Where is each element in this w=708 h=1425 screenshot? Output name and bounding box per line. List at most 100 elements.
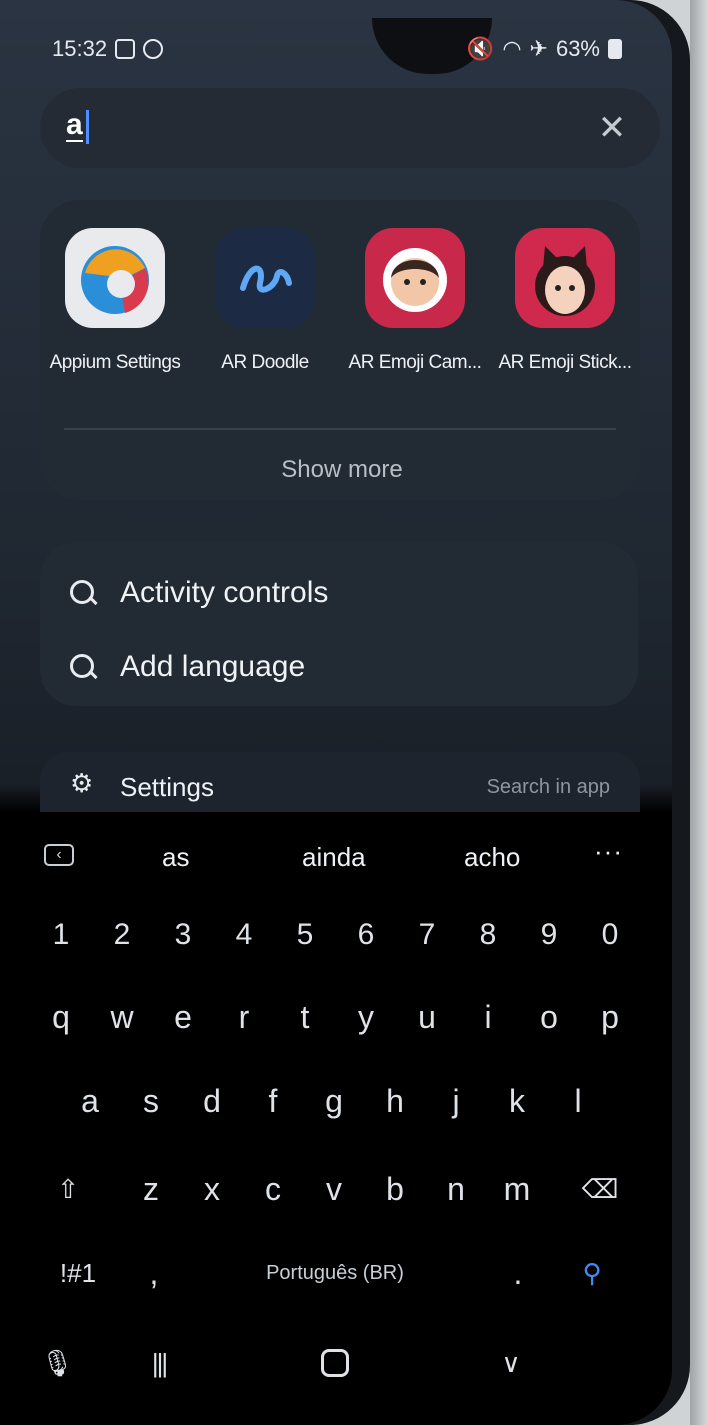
hide-keyboard-button[interactable]: ∨	[490, 1342, 532, 1384]
home-icon	[321, 1349, 349, 1377]
backspace-icon[interactable]: ⌫	[572, 1154, 628, 1224]
key-1[interactable]: 1	[35, 900, 87, 970]
airplane-icon: ✈	[529, 36, 548, 61]
key-p[interactable]: p	[584, 982, 636, 1052]
recents-button[interactable]: |||	[138, 1342, 180, 1384]
key-a[interactable]: a	[64, 1066, 116, 1136]
search-input[interactable]: a ✕	[40, 88, 660, 168]
key-w[interactable]: w	[96, 982, 148, 1052]
suggestion-bar: ‹ as ainda acho ···	[0, 812, 672, 892]
suggestion-word[interactable]: as	[162, 842, 189, 873]
search-icon	[68, 578, 98, 608]
show-more-button[interactable]: Show more	[262, 450, 422, 490]
key-s[interactable]: s	[125, 1066, 177, 1136]
text-caret	[86, 110, 89, 144]
space-key[interactable]: Português (BR)	[180, 1238, 490, 1308]
status-time: 15:32	[52, 36, 108, 61]
key-3[interactable]: 3	[157, 900, 209, 970]
ar-emoji-stickers-icon	[515, 228, 615, 328]
battery-icon	[608, 39, 622, 59]
search-icon	[68, 652, 98, 682]
key-m[interactable]: m	[491, 1154, 543, 1224]
more-options-icon[interactable]: ···	[594, 836, 623, 867]
suggestion-word[interactable]: acho	[464, 842, 520, 873]
key-9[interactable]: 9	[523, 900, 575, 970]
microphone-icon[interactable]: 🎙	[36, 1342, 78, 1384]
letter-row-1: q w e r t y u i o p	[0, 982, 672, 1052]
key-5[interactable]: 5	[279, 900, 331, 970]
status-bar-left: 15:32	[52, 36, 164, 62]
letter-row-3: ⇧ z x c v b n m ⌫	[0, 1154, 672, 1224]
appium-settings-icon	[65, 228, 165, 328]
gear-icon: ⚙	[70, 768, 94, 798]
screen: 15:32 🔇 ◠ ✈ 63% a ✕ Appium Settings AR D…	[0, 0, 672, 1425]
key-x[interactable]: x	[186, 1154, 238, 1224]
home-button[interactable]	[314, 1342, 356, 1384]
app-appium-settings[interactable]: Appium Settings	[40, 218, 190, 374]
close-icon[interactable]: ✕	[592, 108, 632, 148]
settings-search-in-app[interactable]: ⚙ Settings Search in app	[40, 752, 640, 812]
key-v[interactable]: v	[308, 1154, 360, 1224]
key-i[interactable]: i	[462, 982, 514, 1052]
app-label: AR Emoji Stick...	[498, 352, 632, 373]
app-label: AR Doodle	[221, 352, 309, 373]
key-8[interactable]: 8	[462, 900, 514, 970]
key-b[interactable]: b	[369, 1154, 421, 1224]
app-label: Appium Settings	[49, 352, 181, 373]
settings-label: Settings	[120, 772, 214, 802]
result-activity-controls[interactable]: Activity controls	[68, 568, 328, 618]
app-results-card: Appium Settings AR Doodle AR Emoji Cam..…	[40, 200, 640, 500]
search-in-app-label: Search in app	[486, 776, 610, 798]
result-label: Add language	[120, 650, 306, 683]
app-ar-emoji-stickers[interactable]: AR Emoji Stick...	[490, 218, 640, 374]
key-k[interactable]: k	[491, 1066, 543, 1136]
navigation-bar: 🎙 ||| ∨	[0, 1330, 672, 1400]
key-o[interactable]: o	[523, 982, 575, 1052]
key-comma[interactable]: ,	[128, 1238, 180, 1308]
search-icon[interactable]: ⚲	[566, 1238, 618, 1308]
key-d[interactable]: d	[186, 1066, 238, 1136]
ar-doodle-icon	[215, 228, 315, 328]
key-t[interactable]: t	[279, 982, 331, 1052]
key-r[interactable]: r	[218, 982, 270, 1052]
app-ar-doodle[interactable]: AR Doodle	[190, 218, 340, 374]
gallery-icon	[115, 39, 136, 59]
key-f[interactable]: f	[247, 1066, 299, 1136]
letter-row-2: a s d f g h j k l	[0, 1066, 672, 1136]
key-u[interactable]: u	[401, 982, 453, 1052]
divider	[64, 428, 616, 430]
shift-icon[interactable]: ⇧	[42, 1154, 94, 1224]
key-7[interactable]: 7	[401, 900, 453, 970]
phone-frame: 15:32 🔇 ◠ ✈ 63% a ✕ Appium Settings AR D…	[0, 0, 690, 1425]
key-6[interactable]: 6	[340, 900, 392, 970]
number-row: 1 2 3 4 5 6 7 8 9 0	[0, 900, 672, 970]
suggestion-word[interactable]: ainda	[302, 842, 366, 873]
key-q[interactable]: q	[35, 982, 87, 1052]
key-0[interactable]: 0	[584, 900, 636, 970]
sync-icon	[143, 39, 164, 59]
result-add-language[interactable]: Add language	[68, 642, 305, 692]
key-c[interactable]: c	[247, 1154, 299, 1224]
wifi-icon: ◠	[502, 36, 522, 61]
key-e[interactable]: e	[157, 982, 209, 1052]
key-z[interactable]: z	[125, 1154, 177, 1224]
bottom-key-row: !#1 , Português (BR) . ⚲	[0, 1238, 672, 1308]
key-h[interactable]: h	[369, 1066, 421, 1136]
app-ar-emoji-camera[interactable]: AR Emoji Cam...	[340, 218, 490, 374]
key-4[interactable]: 4	[218, 900, 270, 970]
key-y[interactable]: y	[340, 982, 392, 1052]
key-g[interactable]: g	[308, 1066, 360, 1136]
key-n[interactable]: n	[430, 1154, 482, 1224]
key-l[interactable]: l	[552, 1066, 604, 1136]
key-2[interactable]: 2	[96, 900, 148, 970]
result-label: Activity controls	[120, 576, 329, 609]
key-j[interactable]: j	[430, 1066, 482, 1136]
chevron-left-icon[interactable]: ‹	[44, 844, 74, 866]
status-bar-right: 🔇 ◠ ✈ 63%	[467, 36, 622, 62]
app-label: AR Emoji Cam...	[348, 352, 482, 373]
key-period[interactable]: .	[492, 1238, 544, 1308]
battery-level: 63%	[555, 36, 600, 61]
search-query: a	[66, 108, 83, 142]
symbols-key[interactable]: !#1	[46, 1238, 110, 1308]
phone-bezel	[690, 0, 708, 1425]
